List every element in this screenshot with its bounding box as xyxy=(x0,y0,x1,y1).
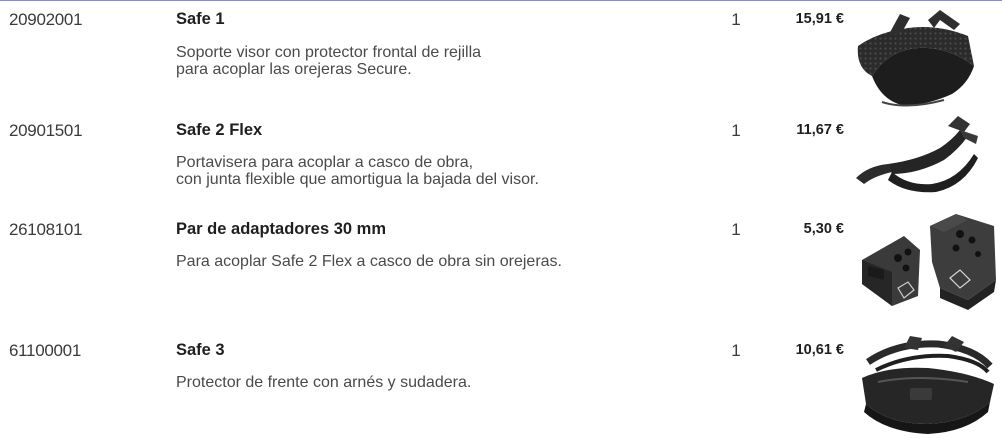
product-price: 11,67 € xyxy=(796,122,844,138)
product-row: 61100001 Safe 3 Protector de frente con … xyxy=(0,330,1002,438)
product-price: 10,61 € xyxy=(795,342,844,358)
product-quantity: 1 xyxy=(731,341,741,360)
product-row: 20901501 Safe 2 Flex Portavisera para ac… xyxy=(0,110,1002,220)
product-description: Para acoplar Safe 2 Flex a casco de obra… xyxy=(176,253,696,270)
adapters-pair-image xyxy=(862,214,996,310)
visor-mesh-guard-image xyxy=(857,10,974,107)
description-line: para acoplar las orejeras Secure. xyxy=(176,61,412,78)
description-line: Protector de frente con arnés y sudadera… xyxy=(176,374,472,391)
description-line: Para acoplar Safe 2 Flex a casco de obra… xyxy=(176,253,562,270)
product-quantity: 1 xyxy=(731,220,741,239)
visor-holder-image xyxy=(856,116,978,193)
product-description: Soporte visor con protector frontal de r… xyxy=(176,44,696,78)
product-quantity: 1 xyxy=(731,121,741,140)
product-code: 20901501 xyxy=(9,121,83,140)
product-description: Protector de frente con arnés y sudadera… xyxy=(176,374,696,391)
product-row: 20902001 Safe 1 Soporte visor con protec… xyxy=(0,0,1002,110)
product-quantity: 1 xyxy=(731,10,741,29)
product-code: 20902001 xyxy=(9,10,83,29)
description-line: con junta flexible que amortigua la baja… xyxy=(176,171,539,188)
description-line: Portavisera para acoplar a casco de obra… xyxy=(176,154,474,171)
product-name: Safe 1 xyxy=(176,10,225,28)
product-name: Par de adaptadores 30 mm xyxy=(176,220,387,238)
product-description: Portavisera para acoplar a casco de obra… xyxy=(176,154,696,188)
product-code: 61100001 xyxy=(9,341,81,360)
product-price: 15,91 € xyxy=(795,11,844,27)
headgear-harness-image xyxy=(862,336,994,434)
product-name: Safe 3 xyxy=(176,341,225,359)
product-code: 26108101 xyxy=(9,220,83,239)
description-line: Soporte visor con protector frontal de r… xyxy=(176,44,482,61)
product-price: 5,30 € xyxy=(803,221,844,237)
product-row: 26108101 Par de adaptadores 30 mm Para a… xyxy=(0,210,1002,330)
product-name: Safe 2 Flex xyxy=(176,121,263,139)
